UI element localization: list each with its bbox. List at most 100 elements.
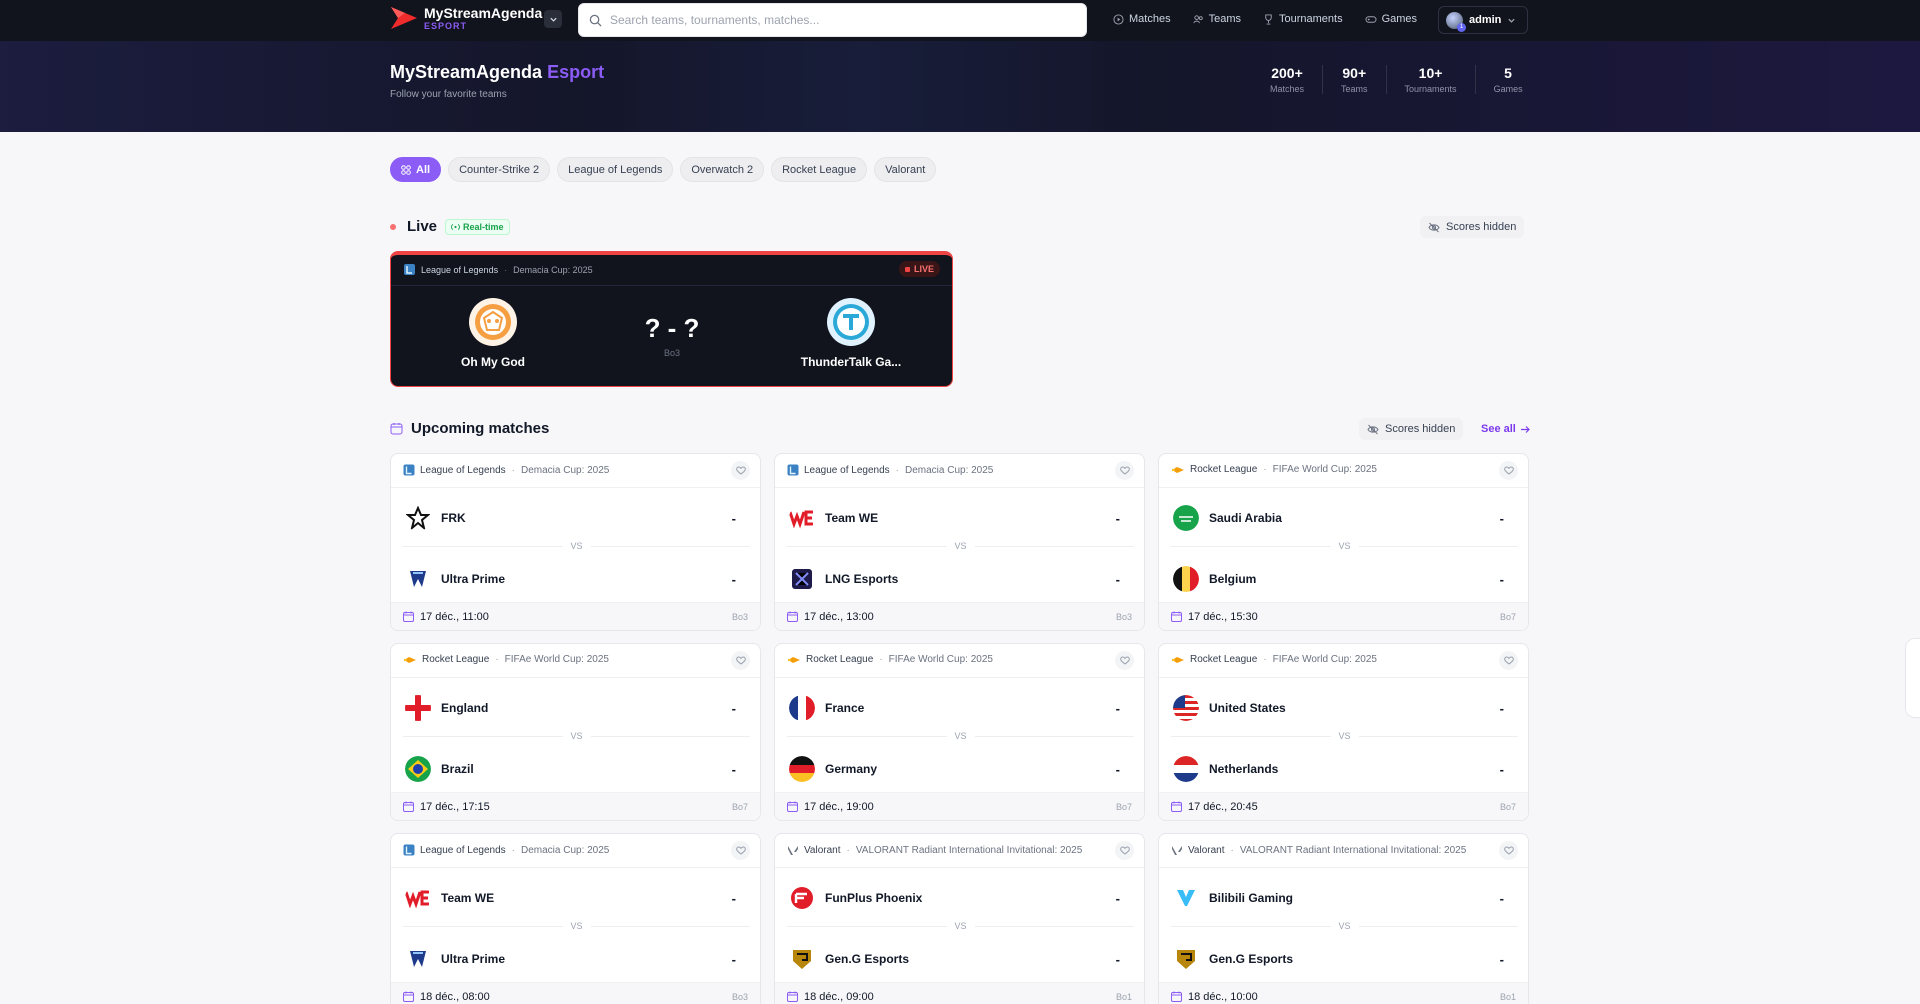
filter-league-of-legends[interactable]: League of Legends: [557, 157, 674, 182]
match-date: 18 déc., 10:00: [1188, 990, 1258, 1003]
home-team-row[interactable]: FunPlus Phoenix -: [789, 883, 1132, 913]
live-score: ? - ?: [644, 313, 700, 343]
match-format: Bo7: [1499, 611, 1516, 622]
match-card[interactable]: Rocket League · FIFAe World Cup: 2025 Franc…: [774, 643, 1145, 821]
away-team-row[interactable]: Gen.G Esports -: [789, 944, 1132, 974]
nav-matches[interactable]: Matches: [1113, 13, 1171, 25]
favorite-button[interactable]: [1499, 461, 1518, 480]
search-icon: [589, 14, 602, 27]
favorite-button[interactable]: [1499, 651, 1518, 670]
germany-logo-icon: [789, 756, 815, 782]
heart-icon: [735, 656, 746, 665]
tournament-name: FIFAe World Cup: 2025: [504, 654, 609, 665]
filter-rocket-league[interactable]: Rocket League: [771, 157, 868, 182]
home-team-row[interactable]: France -: [789, 693, 1132, 723]
side-widget-tab[interactable]: [1905, 638, 1920, 718]
user-menu[interactable]: 1 admin: [1438, 6, 1528, 34]
scores-hidden-label: Scores hidden: [1446, 221, 1517, 233]
arrow-right-icon: [1520, 425, 1530, 433]
favorite-button[interactable]: [731, 461, 750, 480]
match-footer: 17 déc., 15:30 Bo7: [1159, 602, 1528, 630]
match-date: 17 déc., 13:00: [804, 610, 874, 623]
home-team-row[interactable]: Team WE -: [405, 883, 748, 913]
favorite-button[interactable]: [731, 651, 750, 670]
search-bar[interactable]: [578, 3, 1087, 37]
search-input[interactable]: [610, 13, 1070, 27]
brand-menu-toggle[interactable]: [544, 10, 562, 28]
match-card[interactable]: Valorant · VALORANT Radiant International …: [774, 833, 1145, 1004]
stat-label: Teams: [1341, 84, 1368, 94]
team-name: FRK: [441, 511, 466, 525]
upcoming-scores-hidden-toggle[interactable]: Scores hidden: [1359, 418, 1464, 440]
netherlands-logo-icon: [1173, 756, 1199, 782]
league-of-legends-icon: [404, 264, 415, 275]
away-team-row[interactable]: Germany -: [789, 754, 1132, 784]
favorite-button[interactable]: [1499, 841, 1518, 860]
match-footer: 18 déc., 10:00 Bo1: [1159, 982, 1528, 1004]
live-match-meta: League of Legends · Demacia Cup: 2025: [403, 263, 593, 276]
home-team-row[interactable]: Bilibili Gaming -: [1173, 883, 1516, 913]
home-team-row[interactable]: England -: [405, 693, 748, 723]
filter-overwatch-2[interactable]: Overwatch 2: [680, 157, 765, 182]
upcoming-section-header: Upcoming matches: [390, 420, 549, 437]
favorite-button[interactable]: [1115, 461, 1134, 480]
team-name: Germany: [825, 762, 878, 776]
realtime-badge: Real-time: [445, 218, 510, 235]
live-scores-hidden-toggle[interactable]: Scores hidden: [1420, 216, 1525, 238]
away-team-row[interactable]: Belgium -: [1173, 564, 1516, 594]
live-away-team[interactable]: ThunderTalk Ga...: [771, 298, 931, 369]
team-name: England: [441, 701, 489, 715]
filter-valorant[interactable]: Valorant: [874, 157, 937, 182]
game-name: League of Legends: [420, 844, 506, 856]
team-logo-icon: [827, 298, 875, 346]
home-team-row[interactable]: United States -: [1173, 693, 1516, 723]
match-card[interactable]: League of Legends · Demacia Cup: 2025 Team …: [774, 453, 1145, 631]
live-section-header: Live Real-time: [390, 218, 510, 235]
stat-value: 90+: [1342, 65, 1367, 81]
away-team-row[interactable]: LNG Esports -: [789, 564, 1132, 594]
match-card[interactable]: Rocket League · FIFAe World Cup: 2025 Unite…: [1158, 643, 1529, 821]
nav-tournaments[interactable]: Tournaments: [1263, 13, 1343, 25]
see-all-link[interactable]: See all: [1481, 423, 1530, 435]
match-format: Bo3: [731, 611, 748, 622]
match-card[interactable]: Valorant · VALORANT Radiant International …: [1158, 833, 1529, 1004]
away-team-row[interactable]: Netherlands -: [1173, 754, 1516, 784]
game-name: League of Legends: [420, 464, 506, 476]
away-team-row[interactable]: Ultra Prime -: [405, 944, 748, 974]
filter-all[interactable]: All: [390, 157, 442, 182]
live-home-team[interactable]: Oh My God: [413, 298, 573, 369]
live-status-badge: LIVE: [898, 261, 940, 277]
home-team-row[interactable]: Saudi Arabia -: [1173, 503, 1516, 533]
filter-counter-strike-2[interactable]: Counter-Strike 2: [448, 157, 551, 182]
match-card[interactable]: Rocket League · FIFAe World Cup: 2025 Engla…: [390, 643, 761, 821]
nav-games[interactable]: Games: [1365, 13, 1417, 25]
match-card[interactable]: League of Legends · Demacia Cup: 2025 Team …: [390, 833, 761, 1004]
nav-teams[interactable]: Teams: [1193, 13, 1241, 25]
england-logo-icon: [405, 695, 431, 721]
favorite-button[interactable]: [1115, 841, 1134, 860]
home-team-row[interactable]: Team WE -: [789, 503, 1132, 533]
match-meta: League of Legends · Demacia Cup: 2025: [787, 464, 993, 476]
home-team-row[interactable]: FRK -: [405, 503, 748, 533]
tournament-name: FIFAe World Cup: 2025: [1272, 464, 1377, 475]
tournament-name: Demacia Cup: 2025: [520, 844, 610, 856]
brand[interactable]: MyStreamAgenda ESPORT: [390, 5, 542, 31]
filter-label: League of Legends: [568, 163, 663, 176]
match-meta: Valorant · VALORANT Radiant International …: [787, 844, 1082, 856]
away-team-row[interactable]: Ultra Prime -: [405, 564, 748, 594]
live-match-card[interactable]: League of Legends · Demacia Cup: 2025 LI…: [390, 251, 953, 387]
match-card[interactable]: Rocket League · FIFAe World Cup: 2025 Saudi…: [1158, 453, 1529, 631]
team-name: FunPlus Phoenix: [825, 891, 923, 905]
team-name: Saudi Arabia: [1209, 511, 1282, 525]
away-team-row[interactable]: Brazil -: [405, 754, 748, 784]
favorite-button[interactable]: [731, 841, 750, 860]
match-card[interactable]: League of Legends · Demacia Cup: 2025 FRK - V…: [390, 453, 761, 631]
vs-divider: VS: [1171, 920, 1519, 932]
gamepad-icon: [1365, 15, 1377, 23]
league-of-legends-icon: [403, 844, 415, 856]
live-title: Live: [407, 218, 438, 235]
away-team-row[interactable]: Gen.G Esports -: [1173, 944, 1516, 974]
favorite-button[interactable]: [1115, 651, 1134, 670]
chevron-down-icon: [1508, 18, 1516, 23]
calendar-icon: [1171, 991, 1182, 1002]
